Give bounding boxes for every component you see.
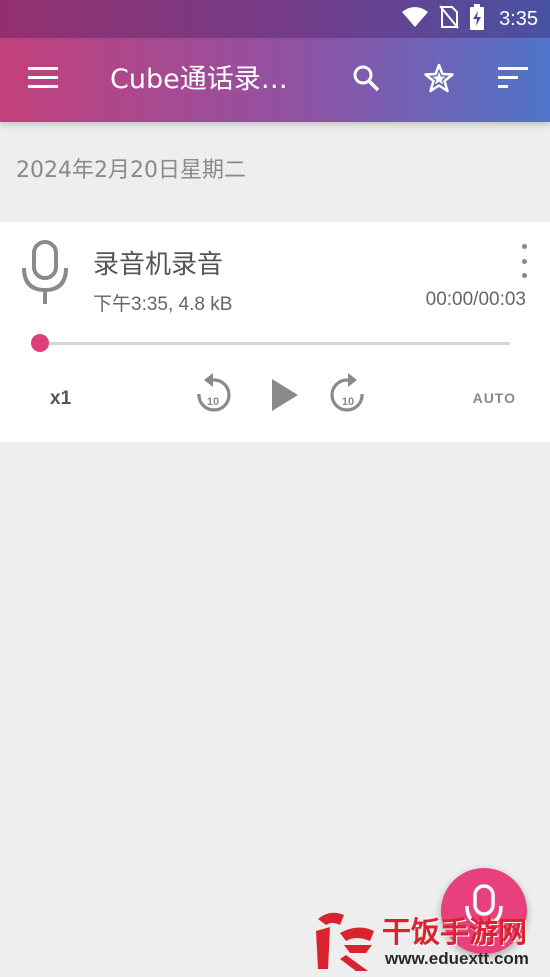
favorites-button[interactable] — [409, 38, 469, 122]
app-title: Cube通话录… — [110, 64, 288, 95]
status-time: 3:35 — [499, 7, 538, 30]
toolbar: Cube通话录… — [0, 38, 550, 122]
sort-icon — [498, 67, 528, 93]
watermark-logo-icon — [310, 905, 380, 977]
battery-charging-icon — [469, 4, 485, 34]
microphone-icon — [20, 240, 70, 310]
watermark-url: www.eduextt.com — [385, 949, 529, 968]
svg-text:10: 10 — [207, 396, 219, 408]
app-bar: 3:35 Cube通话录… — [0, 0, 550, 122]
recording-title: 录音机录音 — [93, 250, 224, 280]
recording-meta: 下午3:35, 4.8 kB — [93, 294, 233, 315]
play-button[interactable] — [268, 377, 300, 417]
play-icon — [268, 379, 300, 417]
date-header: 2024年2月20日星期二 — [16, 158, 246, 183]
more-vert-icon — [521, 244, 527, 249]
search-button[interactable] — [336, 38, 396, 122]
forward-10-icon: 10 — [328, 373, 368, 420]
playback-speed-button[interactable]: x1 — [50, 388, 71, 410]
site-watermark: 干饭手游网 www.eduextt.com — [310, 905, 546, 973]
sort-button[interactable] — [483, 38, 543, 122]
menu-icon — [28, 67, 58, 93]
replay-10-icon: 10 — [193, 373, 233, 420]
recording-duration: 00:00/00:03 — [425, 289, 526, 310]
svg-text:10: 10 — [342, 396, 354, 408]
search-icon — [352, 64, 380, 96]
auto-button[interactable]: AUTO — [473, 390, 516, 406]
star-icon — [423, 63, 455, 97]
more-options-button[interactable] — [514, 244, 534, 278]
forward-button[interactable]: 10 — [328, 372, 368, 420]
recording-card[interactable]: 录音机录音 下午3:35, 4.8 kB 00:00/00:03 x1 10 1… — [0, 222, 550, 442]
no-sim-icon — [439, 5, 459, 33]
watermark-title: 干饭手游网 — [382, 915, 528, 949]
rewind-button[interactable]: 10 — [193, 372, 233, 420]
wifi-icon — [401, 6, 429, 32]
seek-bar[interactable] — [40, 342, 510, 345]
seek-thumb[interactable] — [31, 334, 49, 352]
status-bar: 3:35 — [0, 0, 550, 38]
menu-button[interactable] — [13, 38, 73, 122]
